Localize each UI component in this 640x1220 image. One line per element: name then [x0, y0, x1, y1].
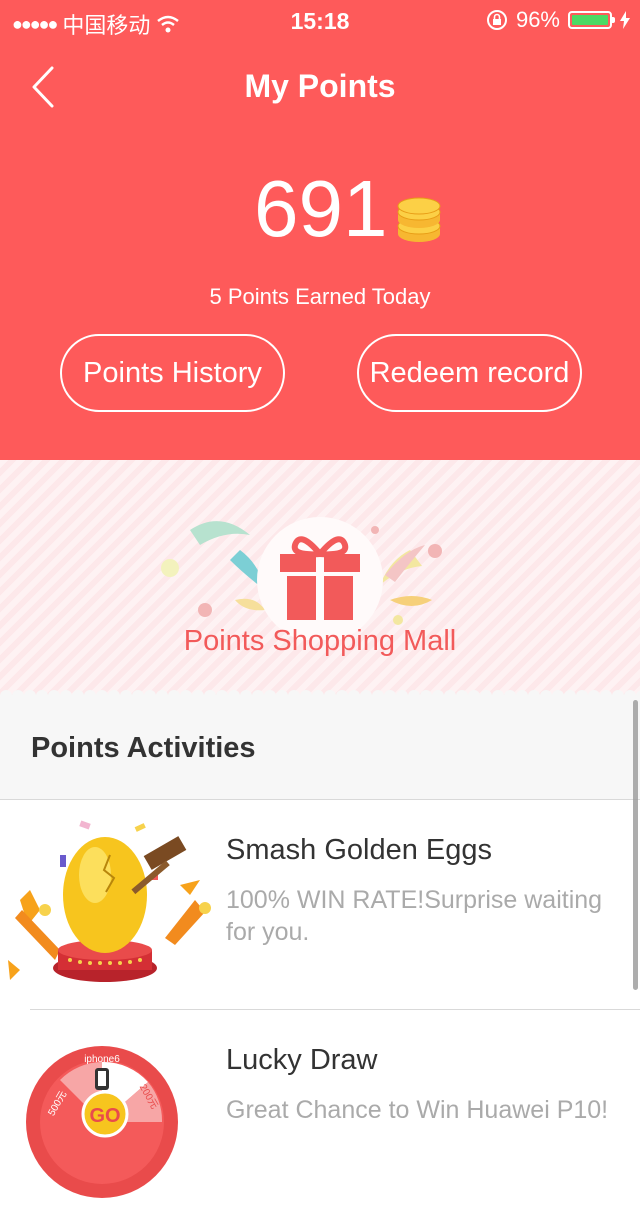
page-title: My Points — [244, 68, 396, 104]
lucky-wheel-icon: iphone6 500元 200元 GO — [26, 1046, 178, 1198]
charging-bolt-icon — [620, 11, 630, 29]
scrollbar[interactable] — [633, 700, 638, 990]
points-value: 691 — [254, 164, 388, 253]
redeem-record-button[interactable]: Redeem record — [357, 334, 582, 412]
activity-lucky-draw[interactable]: iphone6 500元 200元 GO Lucky Draw Great Ch… — [0, 1010, 640, 1220]
mall-label: Points Shopping Mall — [183, 625, 457, 657]
activity-title: Lucky Draw — [226, 1044, 378, 1076]
gift-box-icon — [161, 517, 442, 640]
wheel-go-label: GO — [89, 1105, 120, 1127]
activities-section-header: Points Activities — [0, 700, 640, 800]
points-header: My Points 691 5 Points Earned Today Poin… — [0, 0, 640, 460]
activity-title: Smash Golden Eggs — [226, 834, 492, 866]
wheel-label-iphone6: iphone6 — [84, 1054, 120, 1065]
activity-smash-golden-eggs[interactable]: Smash Golden Eggs 100% WIN RATE!Surprise… — [0, 800, 640, 1010]
coin-stack-icon — [397, 197, 441, 242]
golden-egg-icon — [8, 820, 211, 982]
activity-description: Great Chance to Win Huawei P10! — [226, 1096, 609, 1124]
section-title: Points Activities — [31, 732, 256, 764]
battery-percent: 96% — [515, 7, 560, 32]
points-history-button[interactable]: Points History — [60, 334, 285, 412]
activity-description: 100% WIN RATE!Surprise waiting for you. — [226, 886, 603, 946]
earned-today-text: 5 Points Earned Today — [209, 284, 431, 309]
rotation-lock-icon — [486, 10, 507, 30]
battery-icon — [568, 11, 615, 29]
points-shopping-mall-banner[interactable]: Points Shopping Mall — [0, 460, 640, 700]
status-bar: ●●●●● 中国移动 15:18 96% — [0, 0, 640, 40]
